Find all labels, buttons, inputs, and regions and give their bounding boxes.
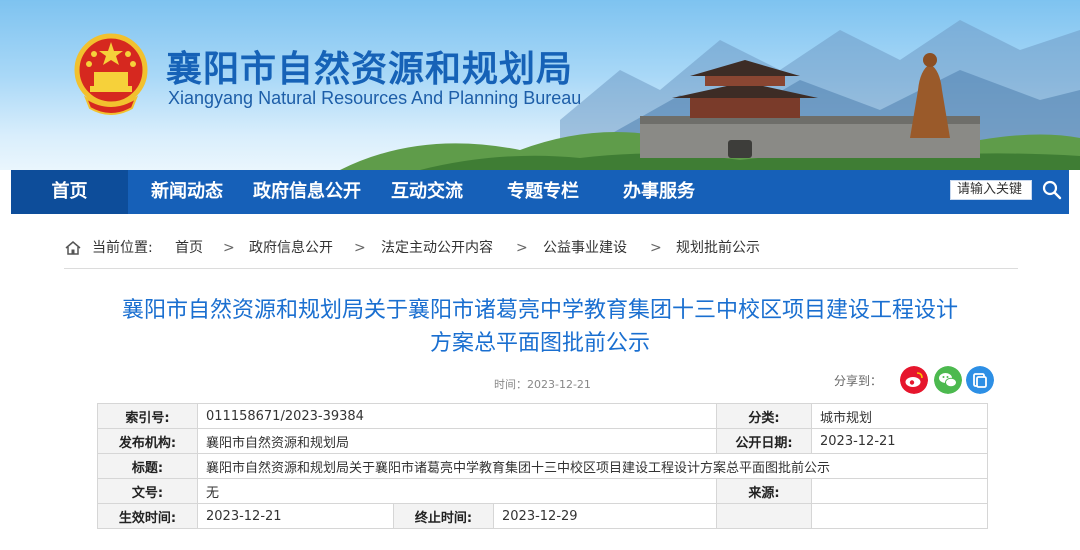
- end-date-label: 终止时间:: [393, 503, 494, 529]
- table-row: 索引号: 011158671/2023-39384 分类: 城市规划: [97, 403, 989, 429]
- breadcrumb-item-public-welfare[interactable]: 公益事业建设: [543, 236, 627, 260]
- publisher-label: 发布机构:: [97, 428, 198, 454]
- table-row: 文号: 无 来源:: [97, 478, 989, 504]
- article-time: 时间：2023-12-21: [494, 378, 591, 391]
- source-label: 来源:: [716, 478, 813, 504]
- nav-item-services[interactable]: 办事服务: [611, 170, 707, 214]
- publisher-value: 襄阳市自然资源和规划局: [196, 428, 718, 454]
- doc-number-label: 文号:: [97, 478, 198, 504]
- qzone-icon[interactable]: [966, 366, 994, 394]
- breadcrumb: 当前位置: 首页 > 政府信息公开 > 法定主动公开内容 > 公益事业建设 > …: [64, 236, 1024, 260]
- end-date-value: 2023-12-29: [492, 503, 718, 529]
- home-icon: [65, 241, 81, 255]
- nav-item-gov-info[interactable]: 政府信息公开: [243, 170, 371, 214]
- search-input[interactable]: 请输入关键: [950, 180, 1032, 200]
- table-row: 发布机构: 襄阳市自然资源和规划局 公开日期: 2023-12-21: [97, 428, 989, 454]
- doc-number-value: 无: [196, 478, 718, 504]
- nav-item-home[interactable]: 首页: [11, 170, 128, 214]
- share-label: 分享到：: [834, 374, 883, 388]
- nav-item-news[interactable]: 新闻动态: [139, 170, 235, 214]
- article-title-line-2: 方案总平面图批前公示: [429, 331, 650, 356]
- breadcrumb-prefix: 当前位置:: [92, 240, 153, 256]
- table-row: 标题: 襄阳市自然资源和规划局关于襄阳市诸葛亮中学教育集团十三中校区项目建设工程…: [97, 453, 989, 479]
- wechat-icon[interactable]: [934, 366, 962, 394]
- breadcrumb-separator: >: [354, 240, 366, 256]
- index-value: 011158671/2023-39384: [196, 403, 718, 429]
- breadcrumb-divider: [64, 268, 1018, 269]
- breadcrumb-item-planning-notice[interactable]: 规划批前公示: [676, 236, 760, 260]
- site-title: 襄阳市自然资源和规划局: [166, 49, 574, 90]
- publish-date-label: 公开日期:: [716, 428, 813, 454]
- breadcrumb-item-statutory[interactable]: 法定主动公开内容: [381, 236, 493, 260]
- effective-date-value: 2023-12-21: [197, 503, 394, 529]
- effective-date-label: 生效时间:: [97, 503, 198, 529]
- publish-date-value: 2023-12-21: [811, 428, 989, 454]
- subject-value: 襄阳市自然资源和规划局关于襄阳市诸葛亮中学教育集团十三中校区项目建设工程设计方案…: [196, 453, 989, 479]
- breadcrumb-item-home[interactable]: 首页: [175, 236, 203, 260]
- article-title-line-1: 襄阳市自然资源和规划局关于襄阳市诸葛亮中学教育集团十三中校区项目建设工程设计: [121, 298, 958, 323]
- category-label: 分类:: [716, 403, 813, 429]
- breadcrumb-separator: >: [223, 240, 235, 256]
- source-value: [811, 478, 989, 504]
- index-label: 索引号:: [97, 403, 198, 429]
- site-banner: 襄阳市自然资源和规划局 Xiangyang Natural Resources …: [0, 0, 1080, 170]
- article-info-table: 索引号: 011158671/2023-39384 分类: 城市规划 发布机构:…: [97, 403, 989, 529]
- breadcrumb-item-gov-info[interactable]: 政府信息公开: [249, 236, 333, 260]
- search-icon[interactable]: [1038, 176, 1066, 204]
- subject-label: 标题:: [97, 453, 198, 479]
- nav-item-interaction[interactable]: 互动交流: [379, 170, 475, 214]
- blank-cell: [716, 503, 813, 529]
- blank-cell: [811, 503, 989, 529]
- article-title: 襄阳市自然资源和规划局关于襄阳市诸葛亮中学教育集团十三中校区项目建设工程设计 方…: [60, 294, 1020, 360]
- nav-item-topics[interactable]: 专题专栏: [495, 170, 591, 214]
- category-value: 城市规划: [811, 403, 989, 429]
- table-row: 生效时间: 2023-12-21 终止时间: 2023-12-29: [97, 503, 989, 529]
- weibo-icon[interactable]: [900, 366, 928, 394]
- breadcrumb-separator: >: [516, 240, 528, 256]
- national-emblem-icon: [74, 33, 148, 115]
- breadcrumb-separator: >: [650, 240, 662, 256]
- main-nav: 首页 新闻动态 政府信息公开 互动交流 专题专栏 办事服务 请输入关键: [11, 170, 1069, 214]
- site-subtitle: Xiangyang Natural Resources And Planning…: [168, 88, 582, 108]
